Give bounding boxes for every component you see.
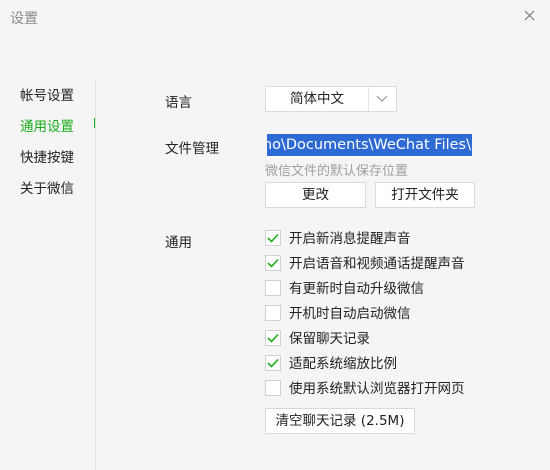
sidebar-item-account[interactable]: 帐号设置 — [20, 84, 74, 104]
file-path-hint: 微信文件的默认保存位置 — [265, 164, 409, 179]
change-path-button[interactable]: 更改 — [265, 182, 366, 208]
sidebar-item-about[interactable]: 关于微信 — [20, 177, 74, 197]
checkbox[interactable] — [265, 280, 281, 296]
option-label: 适配系统缩放比例 — [289, 356, 397, 372]
check-icon — [267, 333, 279, 343]
open-folder-button[interactable]: 打开文件夹 — [375, 182, 475, 208]
chevron-down-icon — [376, 95, 388, 102]
language-select[interactable]: 简体中文 — [265, 86, 397, 112]
check-icon — [267, 358, 279, 368]
select-separator — [368, 87, 369, 111]
close-icon — [524, 10, 535, 21]
checkbox[interactable] — [265, 380, 281, 396]
close-button[interactable] — [515, 1, 545, 29]
sidebar-item-shortcuts[interactable]: 快捷按键 — [20, 146, 74, 166]
check-icon — [267, 233, 279, 243]
checkbox[interactable] — [265, 355, 281, 371]
file-path-field[interactable]: mo\Documents\WeChat Files\ — [267, 134, 472, 158]
checkbox[interactable] — [265, 255, 281, 271]
language-select-value: 简体中文 — [290, 91, 344, 107]
sidebar-divider — [95, 80, 96, 470]
check-icon — [267, 258, 279, 268]
option-label: 保留聊天记录 — [289, 331, 370, 347]
file-management-label: 文件管理 — [165, 141, 219, 157]
option-label: 有更新时自动升级微信 — [289, 281, 424, 297]
option-label: 开机时自动启动微信 — [289, 306, 411, 322]
language-label: 语言 — [165, 95, 192, 111]
window-title: 设置 — [10, 11, 38, 27]
checkbox[interactable] — [265, 330, 281, 346]
file-path-value: mo\Documents\WeChat Files\ — [267, 134, 472, 156]
general-label: 通用 — [165, 235, 192, 251]
option-label: 开启语音和视频通话提醒声音 — [289, 256, 465, 272]
option-label: 开启新消息提醒声音 — [289, 231, 411, 247]
settings-window: 设置 帐号设置 通用设置 快捷按键 关于微信 语言 简体中文 文件管理 mo\D… — [0, 0, 550, 470]
sidebar-item-general[interactable]: 通用设置 — [20, 115, 74, 135]
option-label: 使用系统默认浏览器打开网页 — [289, 381, 465, 397]
clear-chat-history-button[interactable]: 清空聊天记录 (2.5M) — [265, 408, 415, 434]
checkbox[interactable] — [265, 230, 281, 246]
checkbox[interactable] — [265, 305, 281, 321]
